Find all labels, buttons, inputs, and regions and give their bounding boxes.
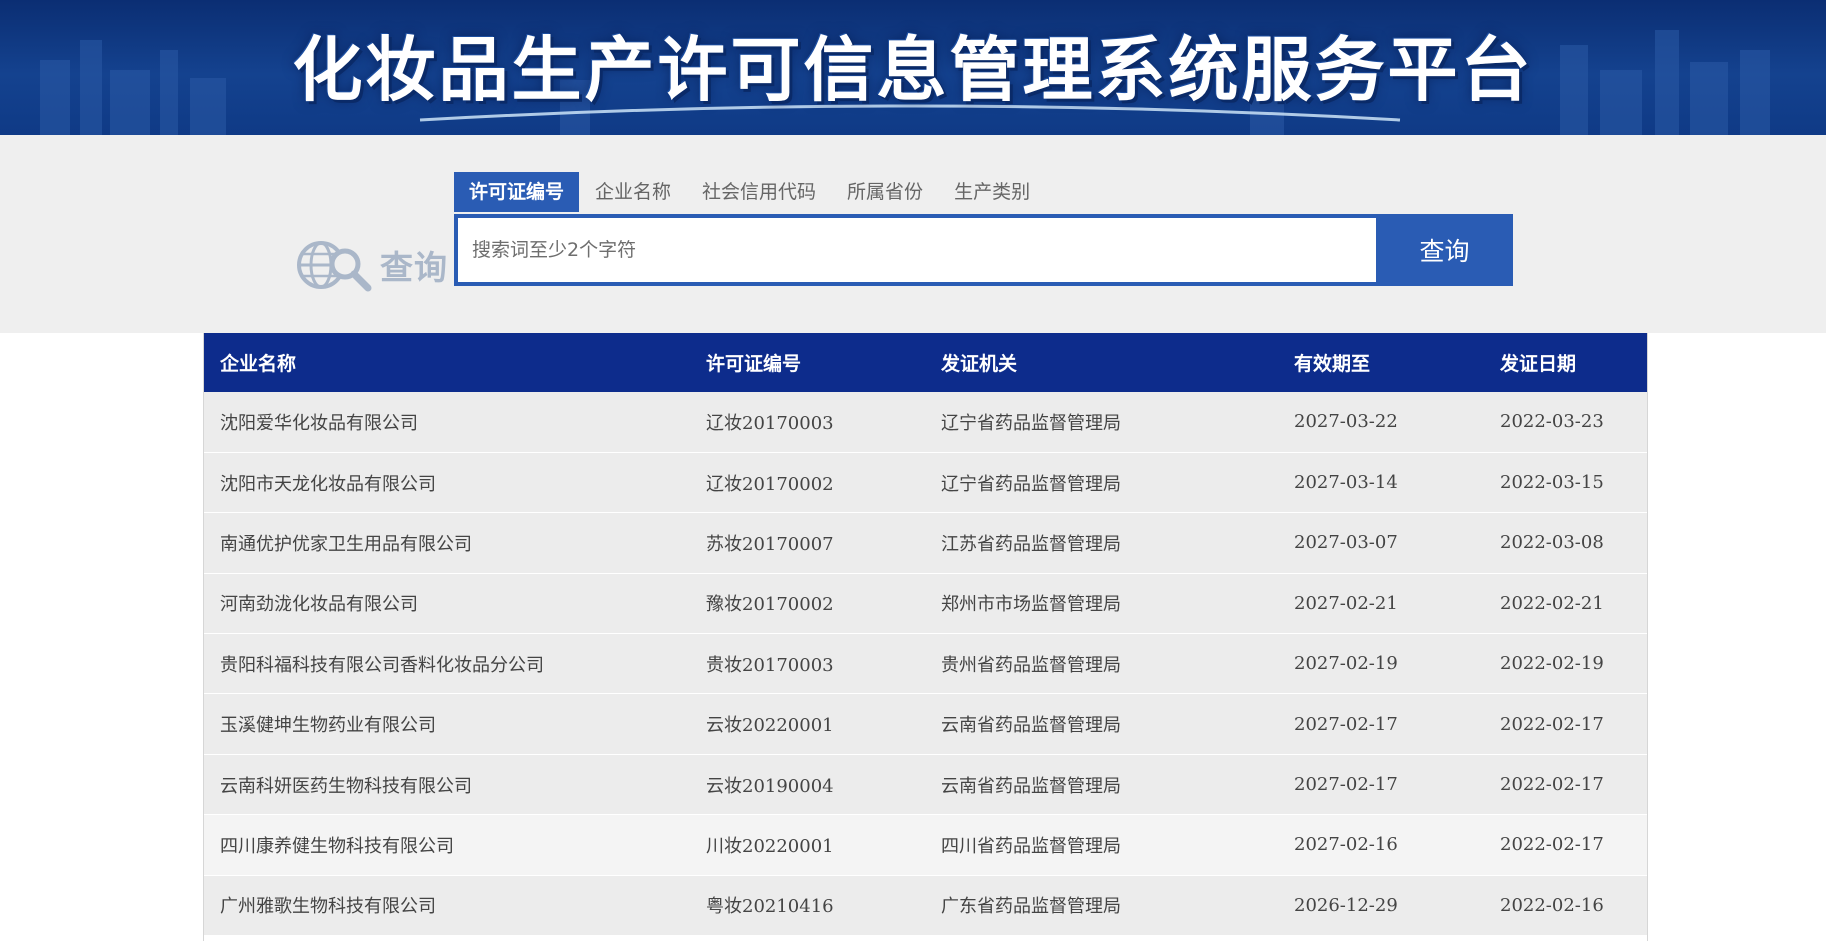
cell-valid-until: 2027-03-07: [1294, 532, 1398, 554]
cell-authority: 郑州市市场监督管理局: [941, 594, 1121, 616]
table-header-row: 企业名称 许可证编号 发证机关 有效期至 发证日期: [204, 333, 1647, 392]
table-row[interactable]: 沈阳市天龙化妆品有限公司 辽妆20170002 辽宁省药品监督管理局 2027-…: [204, 452, 1647, 513]
cell-company[interactable]: 沈阳市天龙化妆品有限公司: [204, 452, 690, 512]
search-section: 查询 许可证编号 企业名称 社会信用代码 所属省份 生产类别 查询: [0, 135, 1826, 333]
results-table-container: 企业名称 许可证编号 发证机关 有效期至 发证日期 沈阳爱华化妆品有限公司 辽妆…: [203, 333, 1648, 941]
cell-company[interactable]: 四川康养健生物科技有限公司: [204, 815, 690, 875]
results-table: 企业名称 许可证编号 发证机关 有效期至 发证日期 沈阳爱华化妆品有限公司 辽妆…: [204, 333, 1647, 936]
table-row[interactable]: 河南劲泷化妆品有限公司 豫妆20170002 郑州市市场监督管理局 2027-0…: [204, 573, 1647, 634]
cell-license: 辽妆20170003: [706, 412, 834, 434]
cell-valid-until: 2026-12-29: [1294, 894, 1398, 916]
column-header-authority: 发证机关: [941, 353, 1018, 375]
cell-company[interactable]: 贵阳科福科技有限公司香料化妆品分公司: [204, 634, 690, 694]
cell-company[interactable]: 广州雅歌生物科技有限公司: [204, 875, 690, 935]
site-title: 化妆品生产许可信息管理系统服务平台: [292, 29, 1534, 111]
cell-authority: 广东省药品监督管理局: [941, 896, 1121, 918]
cell-company[interactable]: 南通优护优家卫生用品有限公司: [204, 513, 690, 573]
cell-company[interactable]: 沈阳爱华化妆品有限公司: [204, 392, 690, 452]
cell-company[interactable]: 河南劲泷化妆品有限公司: [204, 573, 690, 633]
tab-license-number[interactable]: 许可证编号: [454, 172, 580, 212]
cell-valid-until: 2027-02-17: [1294, 774, 1398, 796]
table-row[interactable]: 广州雅歌生物科技有限公司 粤妆20210416 广东省药品监督管理局 2026-…: [204, 875, 1647, 936]
tab-credit-code[interactable]: 社会信用代码: [687, 172, 831, 212]
cell-valid-until: 2027-02-16: [1294, 834, 1398, 856]
search-tabs: 许可证编号 企业名称 社会信用代码 所属省份 生产类别: [454, 172, 1046, 212]
cell-issue-date: 2022-03-08: [1500, 532, 1604, 554]
cell-authority: 江苏省药品监督管理局: [941, 533, 1121, 555]
table-row[interactable]: 玉溪健坤生物药业有限公司 云妆20220001 云南省药品监督管理局 2027-…: [204, 693, 1647, 755]
cell-authority: 辽宁省药品监督管理局: [941, 412, 1121, 434]
cell-issue-date: 2022-02-17: [1500, 834, 1604, 856]
column-header-license: 许可证编号: [706, 353, 802, 375]
cell-license: 云妆20220001: [706, 715, 834, 737]
cell-license: 苏妆20170007: [706, 533, 834, 555]
cell-authority: 贵州省药品监督管理局: [941, 654, 1121, 676]
cell-company[interactable]: 玉溪健坤生物药业有限公司: [204, 694, 690, 754]
cell-license: 云妆20190004: [706, 775, 834, 797]
tab-production-category[interactable]: 生产类别: [939, 172, 1045, 212]
table-row[interactable]: 南通优护优家卫生用品有限公司 苏妆20170007 江苏省药品监督管理局 202…: [204, 512, 1647, 574]
cell-issue-date: 2022-02-21: [1500, 592, 1604, 614]
cell-valid-until: 2027-02-19: [1294, 653, 1398, 675]
tab-company-name[interactable]: 企业名称: [580, 172, 686, 212]
cell-issue-date: 2022-02-17: [1500, 713, 1604, 735]
table-row[interactable]: 沈阳爱华化妆品有限公司 辽妆20170003 辽宁省药品监督管理局 2027-0…: [204, 392, 1647, 453]
cell-license: 贵妆20170003: [706, 654, 834, 676]
column-header-company: 企业名称: [220, 353, 297, 375]
table-row[interactable]: 贵阳科福科技有限公司香料化妆品分公司 贵妆20170003 贵州省药品监督管理局…: [204, 633, 1647, 694]
column-header-issue-date: 发证日期: [1500, 353, 1577, 375]
search-button[interactable]: 查询: [1376, 214, 1513, 286]
cell-issue-date: 2022-02-17: [1500, 774, 1604, 796]
cell-issue-date: 2022-03-23: [1500, 411, 1604, 433]
cell-authority: 云南省药品监督管理局: [941, 775, 1121, 797]
column-header-valid-until: 有效期至: [1294, 353, 1371, 375]
cell-authority: 辽宁省药品监督管理局: [941, 473, 1121, 495]
cell-valid-until: 2027-03-22: [1294, 411, 1398, 433]
cell-license: 豫妆20170002: [706, 594, 834, 616]
cell-license: 辽妆20170002: [706, 473, 834, 495]
table-row[interactable]: 四川康养健生物科技有限公司 川妆20220001 四川省药品监督管理局 2027…: [204, 814, 1647, 876]
cell-valid-until: 2027-03-14: [1294, 472, 1398, 494]
search-box: 查询: [454, 214, 1513, 286]
tab-province[interactable]: 所属省份: [832, 172, 938, 212]
cell-valid-until: 2027-02-21: [1294, 592, 1398, 614]
cell-company[interactable]: 云南科妍医药生物科技有限公司: [204, 754, 690, 814]
search-logo-label: 查询: [380, 248, 448, 287]
cell-issue-date: 2022-02-19: [1500, 653, 1604, 675]
cell-license: 川妆20220001: [706, 835, 834, 857]
cell-valid-until: 2027-02-17: [1294, 713, 1398, 735]
search-input[interactable]: [458, 218, 1376, 282]
cell-issue-date: 2022-03-15: [1500, 472, 1604, 494]
header-banner: 化妆品生产许可信息管理系统服务平台: [0, 0, 1826, 135]
cell-authority: 四川省药品监督管理局: [941, 835, 1121, 857]
cell-issue-date: 2022-02-16: [1500, 894, 1604, 916]
cell-authority: 云南省药品监督管理局: [941, 715, 1121, 737]
table-row[interactable]: 云南科妍医药生物科技有限公司 云妆20190004 云南省药品监督管理局 202…: [204, 754, 1647, 815]
cell-license: 粤妆20210416: [706, 896, 834, 918]
